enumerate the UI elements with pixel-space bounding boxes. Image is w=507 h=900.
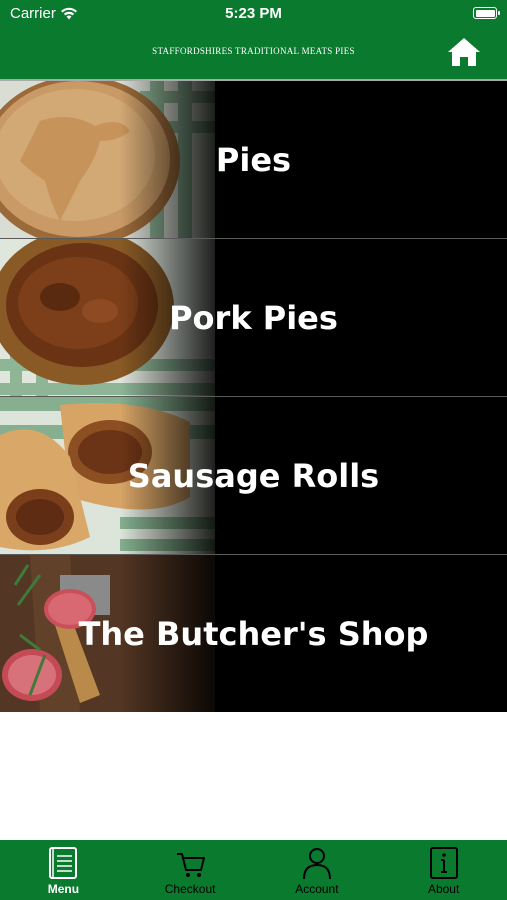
- battery-icon: [473, 7, 500, 19]
- menu-item-label: The Butcher's Shop: [78, 614, 429, 653]
- menu-item-label: Pork Pies: [169, 298, 338, 337]
- menu-item-label: Pies: [215, 140, 292, 179]
- menu-item-sausage-rolls[interactable]: Sausage Rolls: [0, 397, 507, 555]
- menu-item-pies[interactable]: Pies: [0, 81, 507, 239]
- tab-label: Checkout: [164, 882, 216, 896]
- person-icon: [302, 848, 331, 880]
- menu-item-pork-pies[interactable]: Pork Pies: [0, 239, 507, 397]
- tab-label: Account: [295, 882, 339, 896]
- app-header: Carrier 5:23 PM STAFFORDSHIRES TRADITION…: [0, 0, 507, 79]
- category-menu: Pies Pork Pies Sausage Rolls The Butcher…: [0, 81, 507, 712]
- cart-icon: [177, 853, 206, 877]
- tab-menu[interactable]: Menu: [0, 840, 127, 900]
- tab-checkout[interactable]: Checkout: [127, 840, 254, 900]
- home-icon[interactable]: [447, 36, 481, 68]
- tab-about[interactable]: About: [380, 840, 507, 900]
- status-bar: Carrier 5:23 PM: [0, 0, 507, 28]
- info-icon: [429, 847, 458, 879]
- clock: 5:23 PM: [225, 5, 282, 22]
- tab-label: About: [427, 882, 460, 896]
- tab-account[interactable]: Account: [254, 840, 381, 900]
- app-title: STAFFORDSHIRES TRADITIONAL MEATS PIES: [152, 46, 355, 56]
- menu-item-butchers-shop[interactable]: The Butcher's Shop: [0, 555, 507, 712]
- tab-bar: Menu Checkout Account About: [0, 840, 507, 900]
- menu-item-label: Sausage Rolls: [127, 456, 380, 495]
- menu-book-icon: [49, 847, 78, 879]
- tab-label: Menu: [47, 882, 80, 896]
